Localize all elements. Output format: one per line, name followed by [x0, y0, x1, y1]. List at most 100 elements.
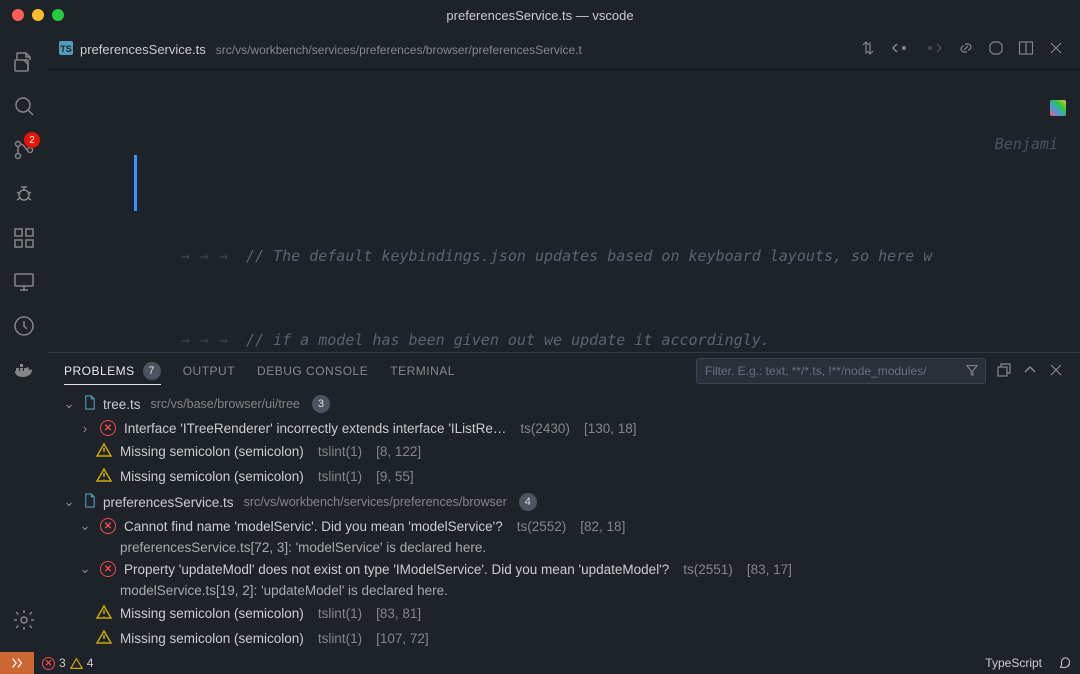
problems-filter-box[interactable]: [696, 358, 986, 384]
window-zoom-button[interactable]: [52, 9, 64, 21]
collapse-all-icon[interactable]: [996, 362, 1012, 381]
problem-row[interactable]: ⌄✕Property 'updateModl' does not exist o…: [48, 558, 1080, 580]
warning-icon: [96, 604, 112, 623]
editor-tab-bar: TS preferencesService.ts src/vs/workbenc…: [48, 30, 1080, 70]
problem-row[interactable]: Missing semicolon (semicolon) tslint(1) [1…: [48, 626, 1080, 651]
filter-icon[interactable]: [965, 363, 979, 380]
problem-file-row[interactable]: ⌄ preferencesService.ts src/vs/workbench/s…: [48, 489, 1080, 515]
source-control-icon[interactable]: 2: [0, 128, 48, 172]
problem-detail: modelService.ts[19, 2]: 'updateModel' is…: [48, 580, 1080, 601]
problem-location: [8, 122]: [376, 444, 421, 459]
chevron-icon: ⌄: [78, 561, 92, 577]
problem-file-row[interactable]: ⌄ tree.ts src/vs/base/browser/ui/tree 3: [48, 391, 1080, 417]
remote-icon[interactable]: [0, 260, 48, 304]
problem-row[interactable]: Missing semicolon (semicolon) tslint(1) [8…: [48, 439, 1080, 464]
chevron-down-icon: ⌄: [62, 396, 76, 412]
problem-message: Property 'updateModl' does not exist on …: [124, 562, 669, 577]
problem-file-path: src/vs/base/browser/ui/tree: [151, 397, 300, 411]
problem-rule: tslint(1): [318, 606, 362, 621]
compare-icon[interactable]: [860, 40, 876, 59]
search-icon[interactable]: [0, 84, 48, 128]
titlebar: preferencesService.ts — vscode: [0, 0, 1080, 30]
problem-row[interactable]: › ✕ Interface 'ITreeRenderer' incorrectly …: [48, 417, 1080, 439]
gutter-change-indicator: [134, 155, 137, 211]
chevron-icon: ›: [78, 421, 92, 436]
status-feedback-icon[interactable]: [1050, 656, 1080, 670]
file-problem-count-badge: 4: [519, 493, 537, 511]
file-icon: [82, 395, 97, 413]
problem-rule: tslint(1): [318, 444, 362, 459]
problem-message: Missing semicolon (semicolon): [120, 444, 304, 459]
tab-terminal[interactable]: TERMINAL: [390, 364, 455, 378]
problem-location: [130, 18]: [584, 421, 637, 436]
activity-bar: 2: [0, 30, 48, 652]
window-close-button[interactable]: [12, 9, 24, 21]
tab-filename: preferencesService.ts: [80, 42, 206, 57]
split-editor-icon[interactable]: [1018, 40, 1034, 59]
problem-rule: ts(2552): [517, 519, 567, 534]
file-problem-count-badge: 3: [312, 395, 330, 413]
link-icon[interactable]: [958, 40, 974, 59]
problem-row[interactable]: Missing semicolon (semicolon) tslint(1) [8…: [48, 601, 1080, 626]
problem-location: [83, 17]: [747, 562, 792, 577]
remote-host-button[interactable]: [0, 652, 34, 674]
warning-icon: [96, 629, 112, 648]
svg-text:TS: TS: [60, 44, 72, 54]
docker-icon[interactable]: [0, 348, 48, 392]
typescript-icon: TS: [58, 40, 74, 59]
problem-message: Missing semicolon (semicolon): [120, 469, 304, 484]
problems-filter-input[interactable]: [705, 364, 957, 378]
problem-rule: ts(2430): [520, 421, 570, 436]
extensions-icon[interactable]: [0, 216, 48, 260]
code-editor[interactable]: Benjami →→→// The default keybindings.js…: [48, 70, 1080, 352]
problem-rule: tslint(1): [318, 631, 362, 646]
problem-message: Missing semicolon (semicolon): [120, 631, 304, 646]
tab-debug-console[interactable]: DEBUG CONSOLE: [257, 364, 368, 378]
status-language[interactable]: TypeScript: [977, 656, 1050, 670]
problem-message: Interface 'ITreeRenderer' incorrectly ex…: [124, 421, 506, 436]
go-forward-icon[interactable]: [924, 40, 944, 59]
chevron-up-icon[interactable]: [1022, 362, 1038, 381]
problem-file-name: preferencesService.ts: [103, 495, 234, 510]
file-icon: [82, 493, 97, 511]
problem-row[interactable]: Missing semicolon (semicolon)tslint(1)[9…: [48, 464, 1080, 489]
problem-message: Cannot find name 'modelServic'. Did you …: [124, 519, 503, 534]
editor-tab[interactable]: TS preferencesService.ts src/vs/workbenc…: [48, 30, 592, 70]
warning-icon: [96, 442, 112, 461]
explorer-icon[interactable]: [0, 40, 48, 84]
error-icon: ✕: [100, 518, 116, 534]
problem-file-path: src/vs/workbench/services/preferences/br…: [244, 495, 507, 509]
chevron-down-icon: ⌄: [62, 494, 76, 510]
error-icon: ✕: [100, 420, 116, 436]
panel-tab-bar: PROBLEMS 7 OUTPUT DEBUG CONSOLE TERMINAL: [48, 353, 1080, 389]
panel-close-icon[interactable]: [1048, 362, 1064, 381]
settings-gear-icon[interactable]: [0, 598, 48, 642]
window-title: preferencesService.ts — vscode: [446, 8, 633, 23]
problem-location: [107, 72]: [376, 631, 429, 646]
window-minimize-button[interactable]: [32, 9, 44, 21]
problems-count-badge: 7: [143, 362, 161, 380]
tab-breadcrumb-path: src/vs/workbench/services/preferences/br…: [216, 43, 582, 57]
problem-row[interactable]: ⌄ ✕ Cannot find name 'modelServic'. Did yo…: [48, 515, 1080, 537]
problems-list[interactable]: ⌄ tree.ts src/vs/base/browser/ui/tree 3 › ✕ In…: [48, 389, 1080, 652]
debug-icon[interactable]: [0, 172, 48, 216]
problem-location: [83, 81]: [376, 606, 421, 621]
close-icon[interactable]: [1048, 40, 1064, 59]
timeline-icon[interactable]: [0, 304, 48, 348]
problem-message: Missing semicolon (semicolon): [120, 606, 304, 621]
problem-location: [82, 18]: [580, 519, 625, 534]
status-bar: ✕3 4 TypeScript: [0, 652, 1080, 674]
problem-file-name: tree.ts: [103, 397, 141, 412]
warning-icon: [96, 467, 112, 486]
minimap-decoration-icon: [1050, 100, 1066, 116]
tab-problems[interactable]: PROBLEMS 7: [64, 362, 161, 385]
tab-output[interactable]: OUTPUT: [183, 364, 235, 378]
bottom-panel: PROBLEMS 7 OUTPUT DEBUG CONSOLE TERMINAL: [48, 352, 1080, 652]
go-back-icon[interactable]: [890, 40, 910, 59]
status-problems[interactable]: ✕3 4: [34, 656, 101, 670]
problem-rule: tslint(1): [318, 469, 362, 484]
problem-rule: ts(2551): [683, 562, 733, 577]
chevron-icon: ⌄: [78, 518, 92, 534]
problem-detail: preferencesService.ts[72, 3]: 'modelServ…: [48, 537, 1080, 558]
stop-icon[interactable]: [988, 40, 1004, 59]
